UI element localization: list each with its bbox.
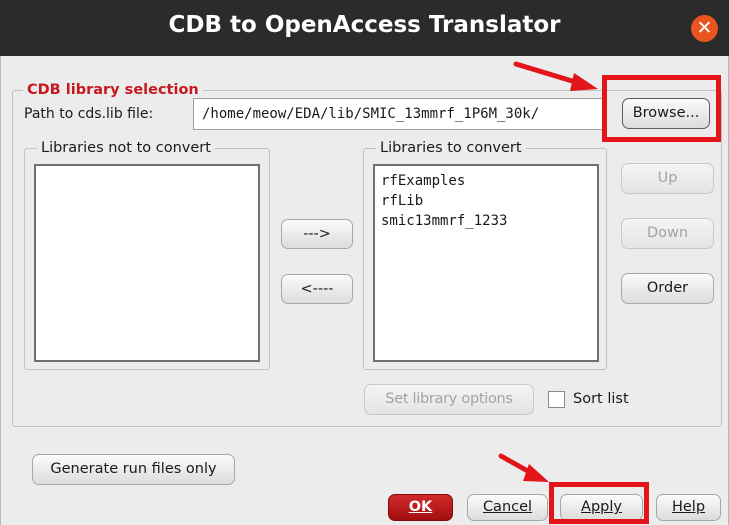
cancel-label: Cancel (482, 499, 533, 515)
up-button[interactable]: Up (621, 163, 714, 194)
library-selection-legend: CDB library selection (23, 81, 203, 99)
help-label: Help (671, 499, 706, 515)
libraries-not-to-convert-legend: Libraries not to convert (37, 139, 215, 157)
move-left-button[interactable]: <---- (281, 274, 353, 304)
title-bar[interactable]: CDB to OpenAccess Translator ✕ (0, 0, 729, 56)
list-item[interactable]: rfLib (375, 191, 597, 211)
libraries-not-to-convert-list[interactable] (34, 164, 260, 362)
down-button[interactable]: Down (621, 218, 714, 249)
path-label: Path to cds.lib file: (24, 106, 154, 122)
libraries-to-convert-legend: Libraries to convert (376, 139, 526, 157)
ok-label: OK (408, 499, 433, 515)
generate-run-files-button[interactable]: Generate run files only (32, 454, 235, 485)
browse-highlight-box (602, 75, 721, 142)
sort-list-label: Sort list (573, 391, 629, 407)
sort-list-checkbox[interactable] (548, 391, 565, 408)
cancel-button[interactable]: Cancel (467, 494, 548, 521)
close-icon[interactable]: ✕ (691, 15, 718, 42)
move-right-button[interactable]: ---> (281, 219, 353, 249)
arrow-to-apply-icon (498, 453, 549, 482)
window-title: CDB to OpenAccess Translator (168, 12, 561, 38)
list-item[interactable]: rfExamples (375, 171, 597, 191)
ok-button[interactable]: OK (388, 494, 453, 521)
apply-highlight-box (549, 482, 649, 524)
help-button[interactable]: Help (656, 494, 721, 521)
set-library-options-button[interactable]: Set library options (364, 384, 534, 415)
list-item[interactable]: smic13mmrf_1233 (375, 211, 597, 231)
arrow-to-browse-icon (513, 61, 598, 91)
libraries-to-convert-list[interactable]: rfExamples rfLib smic13mmrf_1233 (373, 164, 599, 362)
order-button[interactable]: Order (621, 273, 714, 304)
cds-lib-path-input[interactable]: /home/meow/EDA/lib/SMIC_13mmrf_1P6M_30k/ (193, 98, 603, 130)
